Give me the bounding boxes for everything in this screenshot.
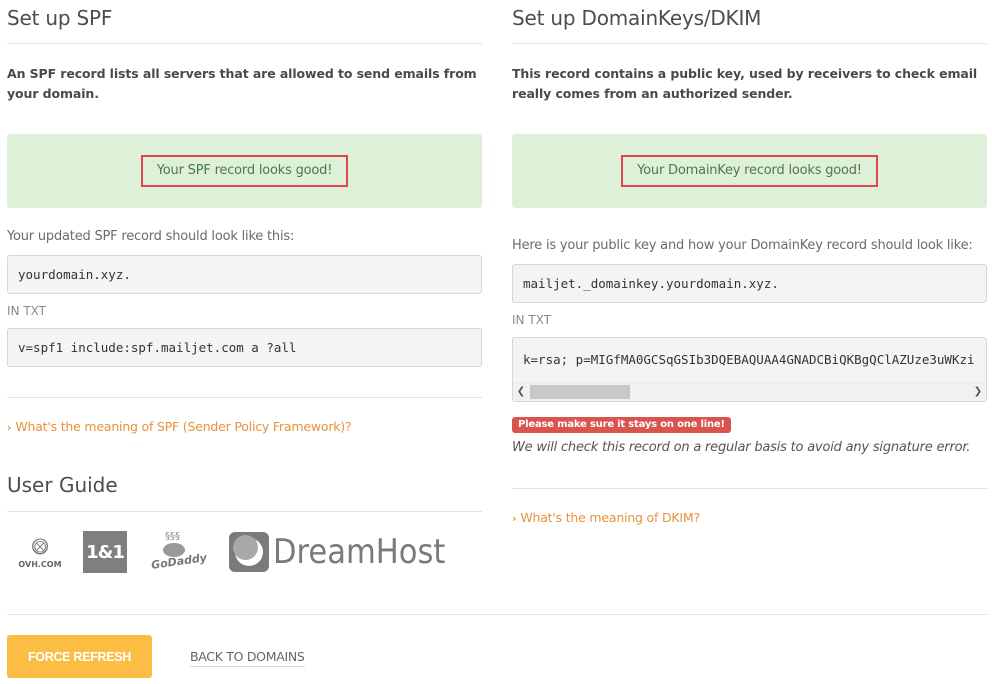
spf-status-box: Your SPF record looks good! (7, 134, 482, 208)
dkim-record-value[interactable]: k=rsa; p=MIGfMA0GCSqGSIb3DQEBAQUAA4GNADC… (513, 338, 986, 382)
ovh-icon: ⨷ (31, 534, 49, 560)
dkim-check-note: We will check this record on a regular b… (512, 440, 971, 455)
godaddy-logo[interactable]: §§§ GoDaddy (150, 531, 208, 573)
dkim-record-field[interactable]: k=rsa; p=MIGfMA0GCSqGSIb3DQEBAQUAA4GNADC… (512, 337, 987, 402)
godaddy-label: GoDaddy (150, 551, 208, 572)
ovh-logo[interactable]: ⨷ OVH.COM (15, 534, 65, 569)
spf-faq-link[interactable]: › What's the meaning of SPF (Sender Polic… (7, 418, 482, 437)
dreamhost-moon-icon (229, 532, 269, 572)
dkim-hint: Here is your public key and how your Dom… (512, 238, 973, 253)
horizontal-scrollbar[interactable]: ❮ ❯ (513, 382, 986, 401)
footer-divider (7, 614, 987, 615)
spf-section: Set up SPF An SPF record lists all serve… (7, 0, 482, 582)
scroll-right-icon[interactable]: ❯ (970, 383, 986, 401)
dkim-faq-link-label: What's the meaning of DKIM? (520, 510, 700, 525)
user-guide-divider (7, 511, 482, 512)
spf-faq-divider (7, 397, 482, 398)
dkim-section: Set up DomainKeys/DKIM This record conta… (512, 0, 987, 528)
1and1-logo[interactable]: 1&1 (83, 531, 127, 573)
force-refresh-button[interactable]: FORCE REFRESH (7, 635, 152, 678)
chevron-right-icon: › (7, 421, 12, 434)
spf-hint: Your updated SPF record should look like… (7, 229, 295, 244)
chevron-right-icon: › (512, 512, 517, 525)
user-guide-title: User Guide (7, 473, 118, 497)
scroll-left-icon[interactable]: ❮ (513, 383, 529, 401)
scrollbar-thumb[interactable] (530, 385, 630, 399)
dreamhost-label: DreamHost (273, 532, 446, 572)
dkim-faq-divider (512, 488, 987, 489)
spf-faq-link-label: What's the meaning of SPF (Sender Policy… (15, 419, 352, 434)
dkim-host-field[interactable]: mailjet._domainkey.yourdomain.xyz. (512, 264, 987, 303)
spf-record-type: IN TXT (7, 304, 46, 318)
dkim-title: Set up DomainKeys/DKIM (512, 6, 762, 30)
dkim-title-divider (512, 43, 987, 44)
one-line-warning-badge: Please make sure it stays on one line! (512, 417, 731, 433)
godaddy-steam-icon: §§§ (165, 531, 180, 542)
spf-title: Set up SPF (7, 6, 113, 30)
ovh-label: OVH.COM (18, 559, 62, 569)
spf-status-message: Your SPF record looks good! (140, 155, 349, 187)
dkim-status-box: Your DomainKey record looks good! (512, 134, 987, 208)
spf-record-field[interactable]: v=spf1 include:spf.mailjet.com a ?all (7, 328, 482, 367)
dkim-faq-link[interactable]: › What's the meaning of DKIM? (512, 509, 987, 528)
spf-title-divider (7, 43, 482, 44)
spf-host-field[interactable]: yourdomain.xyz. (7, 255, 482, 294)
spf-intro: An SPF record lists all servers that are… (7, 66, 477, 101)
dkim-status-message: Your DomainKey record looks good! (621, 155, 878, 187)
provider-logos: ⨷ OVH.COM 1&1 §§§ GoDaddy DreamHost (7, 522, 482, 582)
dkim-intro: This record contains a public key, used … (512, 66, 978, 101)
dreamhost-logo[interactable]: DreamHost (229, 532, 445, 572)
dkim-record-type: IN TXT (512, 313, 551, 327)
back-to-domains-link[interactable]: BACK TO DOMAINS (190, 649, 305, 667)
